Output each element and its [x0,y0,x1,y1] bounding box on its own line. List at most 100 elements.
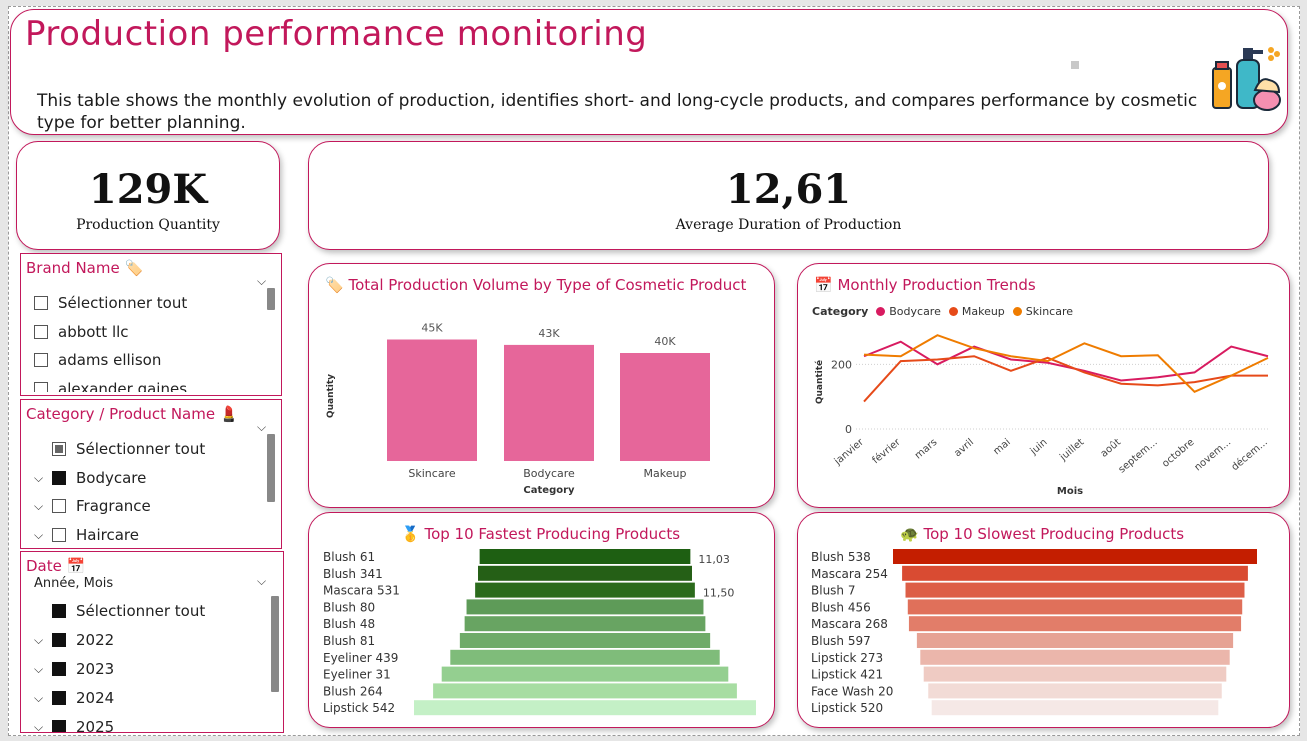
trends-chart-card: 📅 Monthly Production Trends Category Bod… [797,263,1290,508]
page-subtitle: This table shows the monthly evolution o… [37,91,1198,133]
category-label: Mascara 254 [811,567,888,581]
slicer-item[interactable]: ⌵ Bodycare [34,469,146,487]
bar [479,549,691,564]
chart-title: 🥇 Top 10 Fastest Producing Products [401,525,681,543]
expand-icon[interactable]: ⌵ [34,499,52,514]
x-axis-label: Mois [1057,486,1083,497]
x-tick-label: février [870,436,903,467]
bar [459,633,711,648]
bar [441,666,729,682]
brand-slicer[interactable]: Brand Name 🏷️ ⌵ Sélectionner tout abbott… [20,253,282,396]
checkbox[interactable] [52,633,66,647]
medal-icon: 🥇 [401,525,420,543]
x-tick-label: mai [991,437,1012,457]
bar [478,565,692,581]
checkbox[interactable] [52,471,66,485]
x-tick-label: juin [1028,437,1050,458]
expand-icon[interactable]: ⌵ [34,720,52,733]
checkbox[interactable] [52,442,66,456]
resize-handle-icon [1071,61,1079,69]
slowest-funnel-chart: Blush 538 Mascara 254 Blush 7 Blush 456 Masc… [811,549,1257,716]
slicer-item[interactable]: ⌵ 2023 [34,660,114,678]
tag-icon: 🏷️ [325,276,344,294]
checkbox[interactable] [34,296,48,310]
checkbox[interactable] [52,499,66,513]
data-label: 11,50 [703,587,735,600]
category-label: Blush 61 [323,550,375,564]
checkbox[interactable] [52,528,66,542]
lipstick-icon: 💄 [219,405,239,423]
x-tick-label: octobre [1160,437,1196,470]
slicer-item[interactable]: ⌵ 2022 [34,631,114,649]
kpi-production-quantity: 129K Production Quantity [16,141,280,250]
checkbox[interactable] [52,720,66,732]
bar [928,683,1222,699]
slicer-item[interactable]: ⌵ 2024 [34,689,114,707]
scrollbar[interactable] [267,288,275,310]
category-label: Face Wash 20 [811,684,893,698]
checkbox[interactable] [34,325,48,339]
chevron-down-icon[interactable]: ⌵ [257,274,266,289]
checkbox[interactable] [34,353,48,367]
category-label: Blush 81 [323,634,375,648]
category-label: Blush 7 [811,584,855,598]
expand-icon[interactable]: ⌵ [34,471,52,486]
category-label: Lipstick 542 [323,701,395,715]
expand-icon[interactable]: ⌵ [34,528,52,543]
x-tick-label: septem... [1117,437,1160,476]
scrollbar[interactable] [271,596,279,692]
date-slicer[interactable]: Date 📅 Année, Mois ⌵ Sélectionner tout ⌵… [20,551,284,733]
chart-title: 🏷️ Total Production Volume by Type of Co… [325,276,747,294]
chevron-down-icon[interactable]: ⌵ [257,574,266,589]
expand-icon[interactable]: ⌵ [34,633,52,648]
data-label: 43K [538,327,560,340]
kpi-label: Production Quantity [76,217,220,233]
expand-icon[interactable]: ⌵ [34,691,52,706]
bar [433,683,737,699]
category-label: Blush 456 [811,600,871,614]
checkbox[interactable] [52,691,66,705]
slicer-item[interactable]: Sélectionner tout [34,602,205,620]
checkbox[interactable] [52,604,66,618]
slicer-item[interactable]: alexander gaines [34,380,187,392]
calendar-icon: 📅 [66,557,86,575]
bar [931,700,1219,716]
checkbox[interactable] [52,662,66,676]
x-tick-label: août [1098,436,1123,460]
y-axis-label: Quantité [814,360,825,404]
kpi-value: 12,61 [725,166,852,213]
slicer-item[interactable]: ⌵ 2025 [34,718,114,733]
y-axis-label: Quantity [326,374,336,418]
date-hierarchy-label: Année, Mois [34,576,114,591]
chevron-down-icon[interactable]: ⌵ [257,420,266,435]
scrollbar[interactable] [267,434,275,502]
x-tick-label: décem... [1229,436,1270,473]
bar [414,700,756,716]
slicer-item[interactable]: adams ellison [34,351,161,369]
x-tick-label: Bodycare [523,467,575,480]
slicer-item[interactable]: ⌵ Haircare [34,526,139,544]
chart-legend: Category Bodycare Makeup Skincare [812,305,1074,318]
chart-title: 📅 Monthly Production Trends [814,276,1036,294]
legend-marker [948,307,958,316]
checkbox[interactable] [34,382,48,392]
category-label: Lipstick 273 [811,651,883,665]
page-title: Production performance monitoring [25,14,648,54]
category-slicer[interactable]: Category / Product Name 💄 ⌵ Sélectionner… [20,399,282,549]
slicer-item[interactable]: abbott llc [34,323,129,341]
slicer-item[interactable]: Sélectionner tout [34,440,205,458]
slicer-item[interactable]: ⌵ Fragrance [34,497,151,515]
bar [464,616,706,632]
x-tick-label: avril [952,437,976,459]
expand-icon[interactable]: ⌵ [34,662,52,677]
x-tick-label: juillet [1057,437,1086,464]
bar [466,599,704,615]
y-tick-label: 200 [831,358,852,371]
category-label: Blush 538 [811,550,871,564]
fastest-chart-card: 🥇 Top 10 Fastest Producing Products Blus… [308,512,775,728]
slicer-item[interactable]: Sélectionner tout [34,294,187,312]
data-label: 11,03 [698,553,730,566]
bar [905,582,1245,598]
category-label: Lipstick 421 [811,668,883,682]
legend-marker [876,307,886,316]
